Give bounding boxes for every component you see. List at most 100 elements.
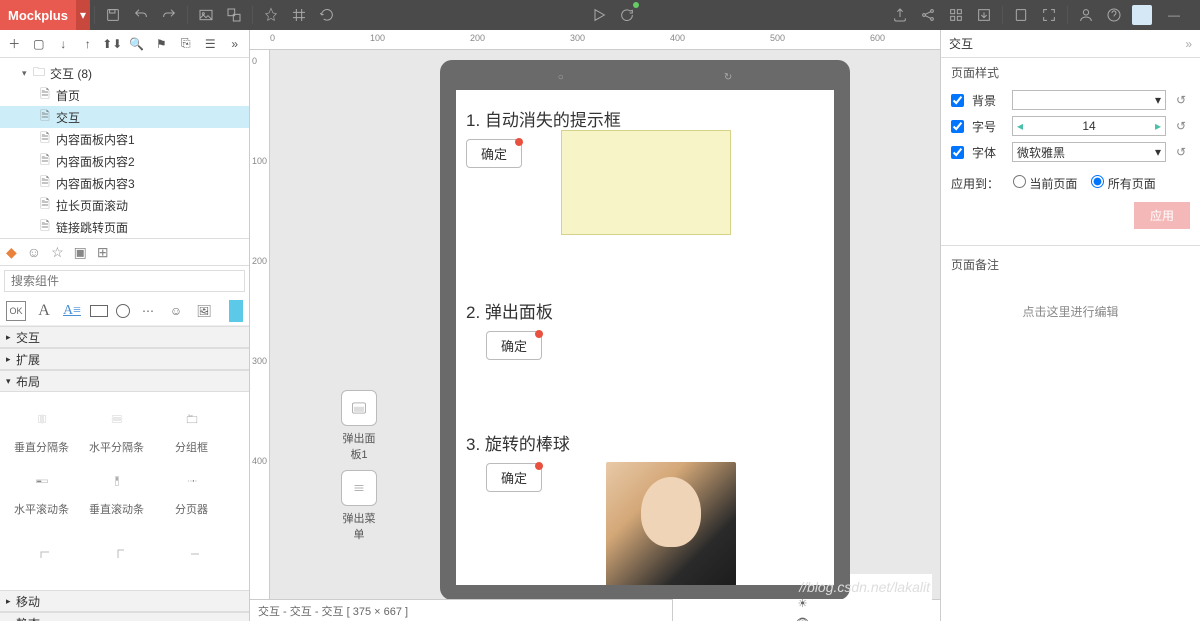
- group-icon[interactable]: [220, 0, 248, 30]
- bg-checkbox[interactable]: [951, 94, 964, 107]
- tree-item[interactable]: 🗎链接跳转页面: [0, 216, 249, 238]
- canvas[interactable]: 弹出面板1 弹出菜单 ○↻ 1. 自动消失的提示框 确定 2. 弹出面板 确定 …: [270, 50, 940, 599]
- more-icon[interactable]: »: [225, 33, 246, 55]
- comp-more2[interactable]: [79, 522, 154, 584]
- comp-hseparator[interactable]: 水平分隔条: [79, 398, 154, 460]
- ok-tool[interactable]: OK: [6, 301, 26, 321]
- fullscreen-icon[interactable]: [1035, 0, 1063, 30]
- visibility-icon[interactable]: 👁: [796, 616, 810, 621]
- tab-cube-icon[interactable]: ◆: [6, 244, 17, 261]
- toast-box[interactable]: [561, 130, 731, 235]
- search-input[interactable]: [4, 270, 245, 292]
- tree-item[interactable]: 🗎首页: [0, 84, 249, 106]
- section-extension[interactable]: ▸扩展: [0, 348, 249, 370]
- comp-more3[interactable]: [154, 522, 229, 584]
- link-icon[interactable]: ⬆⬇: [102, 33, 123, 55]
- comp-pager[interactable]: 分页器: [154, 460, 229, 522]
- play-icon[interactable]: [585, 0, 613, 30]
- smile-tool[interactable]: ☺: [166, 301, 186, 321]
- color-swatch[interactable]: [229, 300, 243, 322]
- pin-icon[interactable]: [257, 0, 285, 30]
- share-icon[interactable]: [914, 0, 942, 30]
- save-icon[interactable]: [99, 0, 127, 30]
- reset-icon[interactable]: ↺: [1172, 93, 1190, 107]
- fontsize-field[interactable]: ◂14▸: [1012, 116, 1166, 136]
- upload-icon[interactable]: [970, 0, 998, 30]
- apps-icon[interactable]: [942, 0, 970, 30]
- user-icon[interactable]: [1072, 0, 1100, 30]
- image-icon[interactable]: [192, 0, 220, 30]
- confirm-button-2[interactable]: 确定: [486, 331, 542, 360]
- undo-icon[interactable]: [127, 0, 155, 30]
- device-rotate-icon[interactable]: ↻: [724, 72, 732, 83]
- tab-star-icon[interactable]: ☆: [51, 244, 64, 261]
- flag-icon[interactable]: ⚑: [151, 33, 172, 55]
- confirm-button-1[interactable]: 确定: [466, 139, 522, 168]
- apply-button[interactable]: 应用: [1134, 202, 1190, 229]
- tree-item[interactable]: 🗎内容面板内容2: [0, 150, 249, 172]
- list-icon[interactable]: ☰: [200, 33, 221, 55]
- font-field[interactable]: 微软雅黑▾: [1012, 142, 1166, 162]
- confirm-button-3[interactable]: 确定: [486, 463, 542, 492]
- section-static[interactable]: ▸静态: [0, 612, 249, 621]
- minimize-icon[interactable]: —: [1156, 0, 1192, 30]
- layout-grid: 垂直分隔条 水平分隔条 Box分组框 水平滚动条 垂直滚动条 分页器: [0, 392, 249, 590]
- section-interaction[interactable]: ▸交互: [0, 326, 249, 348]
- refresh-icon[interactable]: [613, 0, 641, 30]
- float-popup-panel[interactable]: 弹出面板1: [338, 390, 380, 462]
- comp-vscroll[interactable]: 垂直滚动条: [79, 460, 154, 522]
- grid-icon[interactable]: [285, 0, 313, 30]
- comp-groupbox[interactable]: Box分组框: [154, 398, 229, 460]
- up-arrow-icon[interactable]: ↑: [78, 33, 99, 55]
- help-icon[interactable]: [1100, 0, 1128, 30]
- section-layout[interactable]: ▾布局: [0, 370, 249, 392]
- float-popup-menu[interactable]: 弹出菜单: [338, 470, 380, 542]
- image-tool[interactable]: 🖼: [194, 301, 214, 321]
- tree-item[interactable]: 🗎内容面板内容3: [0, 172, 249, 194]
- rp-title: 交互»: [941, 30, 1200, 58]
- logo-dropdown-arrow[interactable]: ▾: [76, 0, 90, 30]
- folder-icon[interactable]: ▢: [29, 33, 50, 55]
- device-frame: ○↻ 1. 自动消失的提示框 确定 2. 弹出面板 确定 3. 旋转的棒球 确定: [440, 60, 850, 599]
- reset-icon[interactable]: ↺: [1172, 145, 1190, 159]
- section1-title: 1. 自动消失的提示框: [466, 106, 824, 131]
- font-checkbox[interactable]: [951, 146, 964, 159]
- app-logo[interactable]: Mockplus: [0, 0, 76, 30]
- down-arrow-icon[interactable]: ↓: [53, 33, 74, 55]
- tab-emoji-icon[interactable]: ☺: [27, 244, 41, 260]
- circle-tool[interactable]: [116, 304, 130, 318]
- section-move[interactable]: ▸移动: [0, 590, 249, 612]
- tree-root[interactable]: ▾🗀交互 (8): [0, 62, 249, 84]
- person-image[interactable]: [606, 462, 736, 585]
- comp-vseparator[interactable]: 垂直分隔条: [4, 398, 79, 460]
- link-dot-icon: [515, 138, 523, 146]
- radio-current[interactable]: 当前页面: [1013, 175, 1077, 192]
- export-icon[interactable]: [886, 0, 914, 30]
- avatar-icon[interactable]: [1132, 5, 1152, 25]
- tree-item[interactable]: 🗎交互: [0, 106, 249, 128]
- fontsize-checkbox[interactable]: [951, 120, 964, 133]
- text-underline-tool[interactable]: A≡: [62, 301, 82, 321]
- section3-title: 3. 旋转的棒球: [466, 430, 824, 455]
- radio-all[interactable]: 所有页面: [1091, 175, 1155, 192]
- reset-icon[interactable]: ↺: [1172, 119, 1190, 133]
- dots-tool[interactable]: ⋯: [138, 301, 158, 321]
- comp-hscroll[interactable]: 水平滚动条: [4, 460, 79, 522]
- text-tool[interactable]: A: [34, 301, 54, 321]
- notes-editor[interactable]: 点击这里进行编辑: [951, 303, 1190, 320]
- collapse-icon[interactable]: »: [1185, 37, 1192, 51]
- search-icon[interactable]: 🔍: [127, 33, 148, 55]
- bg-color-field[interactable]: ▾: [1012, 90, 1166, 110]
- tree-item[interactable]: 🗎内容面板内容1: [0, 128, 249, 150]
- tab-layers-icon[interactable]: ▣: [74, 244, 87, 261]
- add-icon[interactable]: ＋: [4, 33, 25, 55]
- tab-template-icon[interactable]: ⊞: [97, 244, 109, 261]
- device-screen[interactable]: 1. 自动消失的提示框 确定 2. 弹出面板 确定 3. 旋转的棒球 确定: [456, 90, 834, 585]
- rotate-icon[interactable]: [313, 0, 341, 30]
- redo-icon[interactable]: [155, 0, 183, 30]
- copy-icon[interactable]: ⎘: [176, 33, 197, 55]
- comp-more1[interactable]: [4, 522, 79, 584]
- rect-tool[interactable]: [90, 305, 108, 317]
- device-icon[interactable]: [1007, 0, 1035, 30]
- tree-item[interactable]: 🗎拉长页面滚动: [0, 194, 249, 216]
